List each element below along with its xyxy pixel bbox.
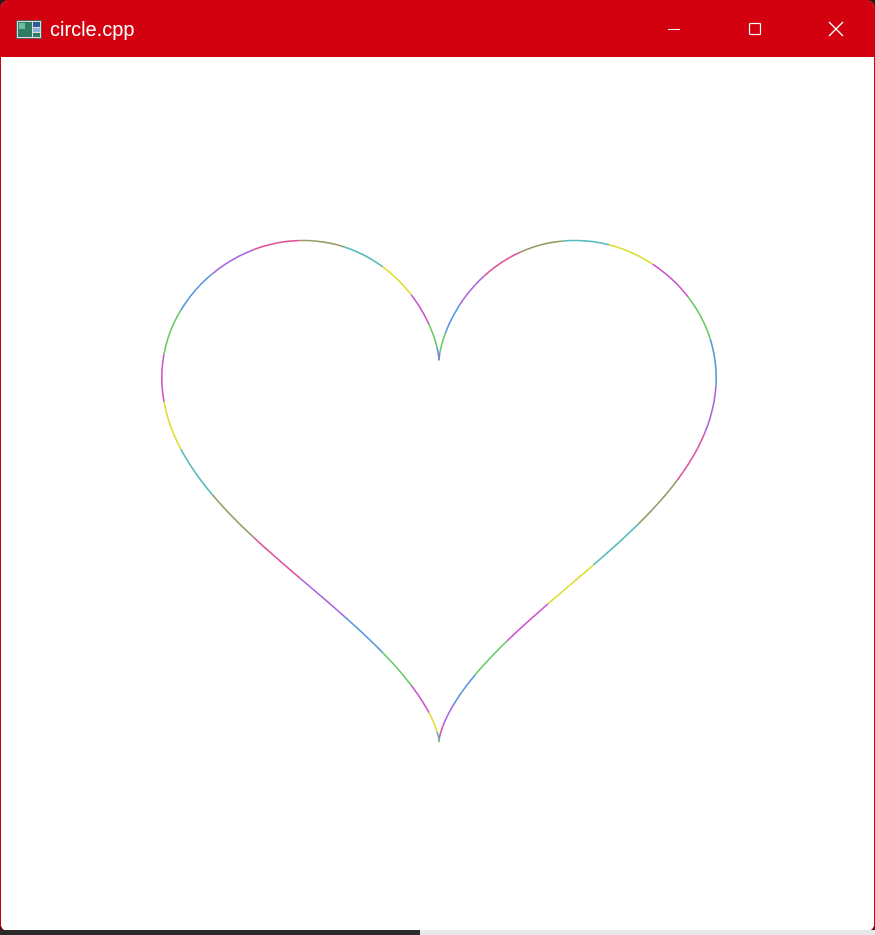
heart-segment [703, 385, 717, 434]
heart-segment [676, 433, 706, 481]
heart-segment [382, 266, 412, 296]
maximize-icon [747, 21, 763, 37]
heart-segment [709, 338, 718, 386]
heart-segment [163, 401, 182, 450]
heart-segment [211, 248, 255, 275]
heart-segment [438, 726, 444, 740]
drawing-area [1, 57, 874, 931]
heart-segment [436, 731, 440, 741]
heart-segment [444, 304, 461, 334]
heart-segment [506, 603, 549, 642]
heart-segment [453, 674, 476, 705]
heart-segment [382, 652, 412, 686]
heart-segment [299, 577, 346, 618]
heart-segment [253, 239, 300, 251]
heart-segment [343, 616, 384, 654]
heart-segment [474, 640, 508, 676]
taskbar-edge [0, 930, 875, 935]
heart-segment [253, 537, 301, 579]
minimize-icon [666, 21, 682, 37]
heart-segment [180, 273, 213, 311]
heart-drawing [161, 239, 718, 743]
maximize-button[interactable] [715, 1, 795, 57]
heart-segment [519, 240, 563, 254]
heart-segment [638, 479, 679, 525]
heart-segment [459, 275, 486, 306]
heart-segment [687, 296, 711, 340]
app-window: circle.cpp [0, 0, 875, 932]
heart-segment [410, 294, 430, 325]
heart-segment [439, 332, 447, 354]
heart-segment [436, 347, 440, 360]
taskbar-edge-light [420, 930, 875, 935]
close-icon [827, 20, 845, 38]
heart-segment [211, 494, 255, 539]
heart-segment [163, 309, 182, 355]
heart-segment [608, 244, 654, 265]
heart-segment [344, 246, 384, 268]
heart-segment [428, 323, 438, 348]
heart-segment [161, 353, 165, 402]
heart-segment [484, 251, 521, 277]
heart-segment [547, 564, 595, 605]
close-button[interactable] [796, 1, 874, 57]
minimize-button[interactable] [634, 1, 714, 57]
heart-segment [180, 448, 214, 496]
title-bar[interactable]: circle.cpp [1, 1, 874, 57]
heart-segment [428, 712, 438, 732]
window-title: circle.cpp [50, 19, 135, 41]
heart-segment [299, 239, 345, 248]
heart-segment [652, 263, 689, 298]
heart-segment [442, 703, 455, 727]
heart-segment [410, 684, 430, 713]
heart-outline [161, 239, 718, 743]
heart-segment [592, 523, 640, 566]
app-window-icon [16, 20, 42, 39]
heart-segment [562, 239, 610, 246]
